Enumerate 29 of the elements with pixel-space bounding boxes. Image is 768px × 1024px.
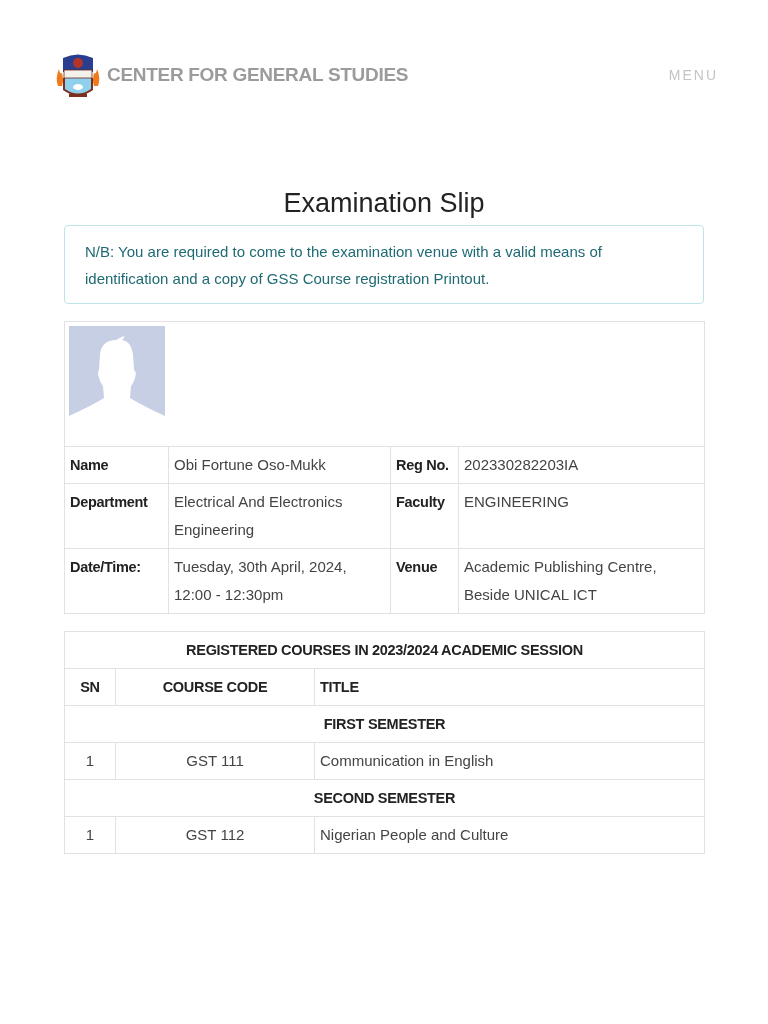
field-value: Tuesday, 30th April, 2024, 12:00 - 12:30pm xyxy=(168,548,391,614)
field-label: Venue xyxy=(390,548,459,614)
field-value: Academic Publishing Centre, Beside UNICAL ICT xyxy=(458,548,705,614)
table-cell: Nigerian People and Culture xyxy=(314,816,705,854)
crest-icon xyxy=(55,52,101,98)
table-cell: Communication in English xyxy=(314,742,705,780)
column-header: TITLE xyxy=(314,668,705,706)
column-header: SN xyxy=(64,668,116,706)
section-heading: FIRST SEMESTER xyxy=(64,705,705,743)
table-cell: 1 xyxy=(64,742,116,780)
notice-alert: N/B: You are required to come to the examination venue with a valid means of identification and a copy of GSS Course registration Printout. xyxy=(64,225,704,304)
table-cell: 1 xyxy=(64,816,116,854)
section-heading: SECOND SEMESTER xyxy=(64,779,705,817)
field-label: Department xyxy=(64,483,169,549)
field-value: 202330282203IA xyxy=(458,446,705,484)
field-label: Name xyxy=(64,446,169,484)
field-value: ENGINEERING xyxy=(458,483,705,549)
field-label: Date/Time: xyxy=(64,548,169,614)
field-label: Faculty xyxy=(390,483,459,549)
field-label: Reg No. xyxy=(390,446,459,484)
page-title: Examination Slip xyxy=(282,187,486,220)
field-value: Obi Fortune Oso-Mukk xyxy=(168,446,391,484)
menu-link[interactable]: MENU xyxy=(668,64,718,86)
column-header: COURSE CODE xyxy=(115,668,315,706)
field-value: Electrical And Electronics Engineering xyxy=(168,483,391,549)
table-caption: REGISTERED COURSES IN 2023/2024 ACADEMIC SESSION xyxy=(64,631,705,669)
table-cell: GST 111 xyxy=(115,742,315,780)
table-cell: GST 112 xyxy=(115,816,315,854)
brand-title: CENTER FOR GENERAL STUDIES xyxy=(107,62,409,87)
